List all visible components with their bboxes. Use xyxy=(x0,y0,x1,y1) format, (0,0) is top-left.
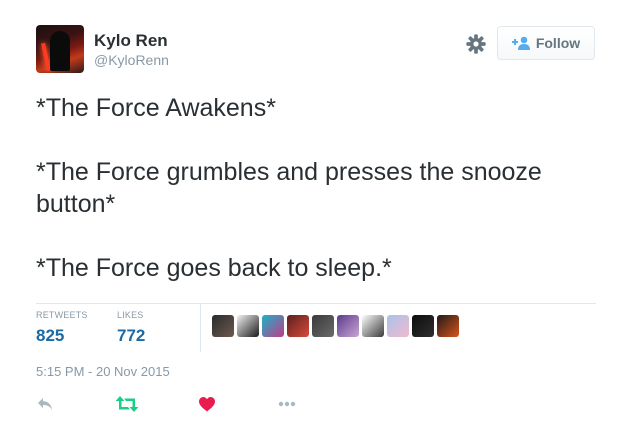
liker-avatar[interactable] xyxy=(437,315,459,337)
heart-icon xyxy=(199,396,215,411)
reply-button[interactable] xyxy=(37,394,53,414)
more-icon xyxy=(278,401,296,407)
avatar[interactable] xyxy=(36,25,84,73)
user-handle[interactable]: @KyloRenn xyxy=(94,52,169,68)
reply-icon xyxy=(38,398,52,410)
follow-button-label: Follow xyxy=(535,35,581,51)
user-name[interactable]: Kylo Ren xyxy=(94,31,168,51)
stats-divider xyxy=(200,304,201,352)
like-button[interactable] xyxy=(199,394,215,414)
retweets-label: RETWEETS xyxy=(36,310,88,320)
liker-avatar[interactable] xyxy=(262,315,284,337)
liker-avatar[interactable] xyxy=(237,315,259,337)
retweets-stat[interactable]: RETWEETS 825 xyxy=(36,310,88,346)
add-user-icon xyxy=(511,36,530,50)
tweet-text: *The Force Awakens* *The Force grumbles … xyxy=(36,94,542,282)
gear-icon[interactable] xyxy=(465,33,487,55)
liker-avatar[interactable] xyxy=(212,315,234,337)
liker-avatar[interactable] xyxy=(387,315,409,337)
liker-avatar[interactable] xyxy=(412,315,434,337)
retweets-count: 825 xyxy=(36,326,65,345)
follow-button[interactable]: Follow xyxy=(497,26,595,60)
retweet-button[interactable] xyxy=(116,394,138,414)
liker-avatar[interactable] xyxy=(312,315,334,337)
liker-avatars xyxy=(212,315,459,337)
more-button[interactable] xyxy=(278,394,296,414)
likes-stat[interactable]: LIKES 772 xyxy=(117,310,145,346)
liker-avatar[interactable] xyxy=(287,315,309,337)
liker-avatar[interactable] xyxy=(337,315,359,337)
avatar-figure xyxy=(50,31,70,71)
liker-avatar[interactable] xyxy=(362,315,384,337)
tweet-timestamp[interactable]: 5:15 PM - 20 Nov 2015 xyxy=(36,364,170,379)
likes-count: 772 xyxy=(117,326,146,345)
tweet-card: Kylo Ren @KyloRenn Follow *The Force Awa… xyxy=(0,0,634,444)
likes-label: LIKES xyxy=(117,310,144,320)
retweet-icon xyxy=(116,396,138,412)
